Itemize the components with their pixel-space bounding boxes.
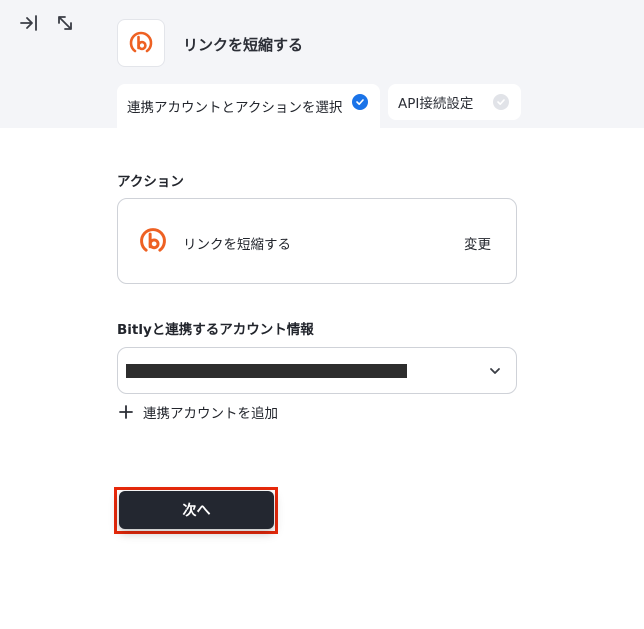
tab-label: API接続設定 — [398, 96, 474, 112]
page-title: リンクを短縮する — [183, 36, 304, 54]
check-circle-icon — [352, 94, 368, 110]
bitly-logo-icon — [129, 31, 153, 53]
tab-label: 連携アカウントとアクションを選択 — [127, 100, 343, 116]
bitly-logo-icon — [140, 228, 166, 252]
action-card: リンクを短縮する 変更 — [117, 198, 517, 284]
redacted-account-value — [126, 364, 407, 378]
check-circle-icon — [493, 94, 509, 110]
change-action-button[interactable]: 変更 — [464, 233, 491, 253]
next-button[interactable]: 次へ — [119, 491, 274, 529]
app-logo — [117, 19, 165, 67]
chevron-down-icon — [490, 368, 500, 374]
add-account-button[interactable]: 連携アカウントを追加 — [119, 402, 278, 422]
plus-icon — [119, 405, 133, 419]
tab-account-action[interactable]: 連携アカウントとアクションを選択 — [117, 84, 380, 128]
expand-icon[interactable] — [52, 10, 78, 36]
action-section-label: アクション — [117, 174, 184, 190]
tab-api-settings[interactable]: API接続設定 — [388, 84, 521, 120]
action-name: リンクを短縮する — [183, 237, 291, 253]
account-section-label: Bitlyと連携するアカウント情報 — [117, 322, 314, 338]
collapse-panel-icon[interactable] — [16, 10, 42, 36]
account-select[interactable] — [117, 347, 517, 394]
add-account-label: 連携アカウントを追加 — [143, 406, 278, 422]
